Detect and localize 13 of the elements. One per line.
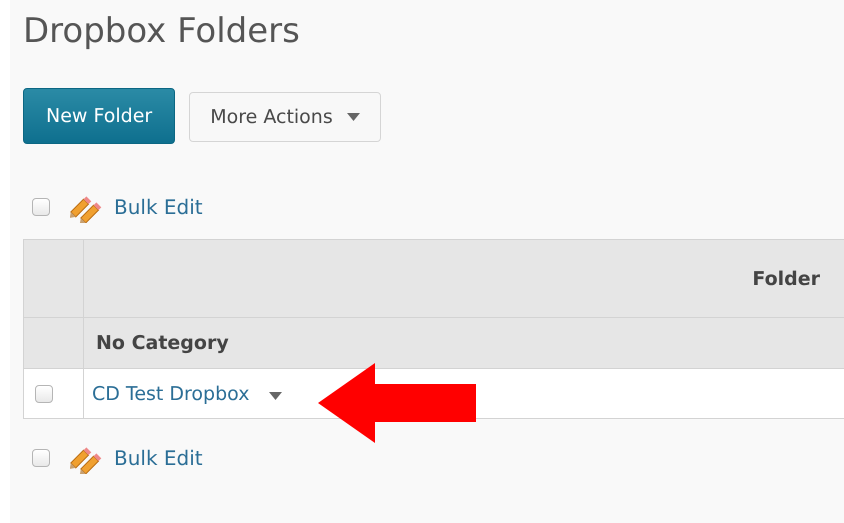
new-folder-button[interactable]: New Folder <box>23 88 176 144</box>
page-title: Dropbox Folders <box>23 10 300 53</box>
checkbox[interactable] <box>32 198 50 216</box>
more-actions-button[interactable]: More Actions <box>189 92 381 142</box>
caret-icon[interactable] <box>269 392 282 400</box>
caret-icon <box>346 113 360 121</box>
bulk-edit-link[interactable]: Bulk Edit <box>114 195 203 219</box>
category-label: No Category <box>84 318 844 368</box>
checkbox[interactable] <box>32 449 50 467</box>
checkbox[interactable] <box>35 384 53 402</box>
bulk-edit-link[interactable]: Bulk Edit <box>114 446 203 470</box>
column-header: Folder <box>84 240 844 318</box>
folder-link[interactable]: CD Test Dropbox <box>92 382 250 404</box>
